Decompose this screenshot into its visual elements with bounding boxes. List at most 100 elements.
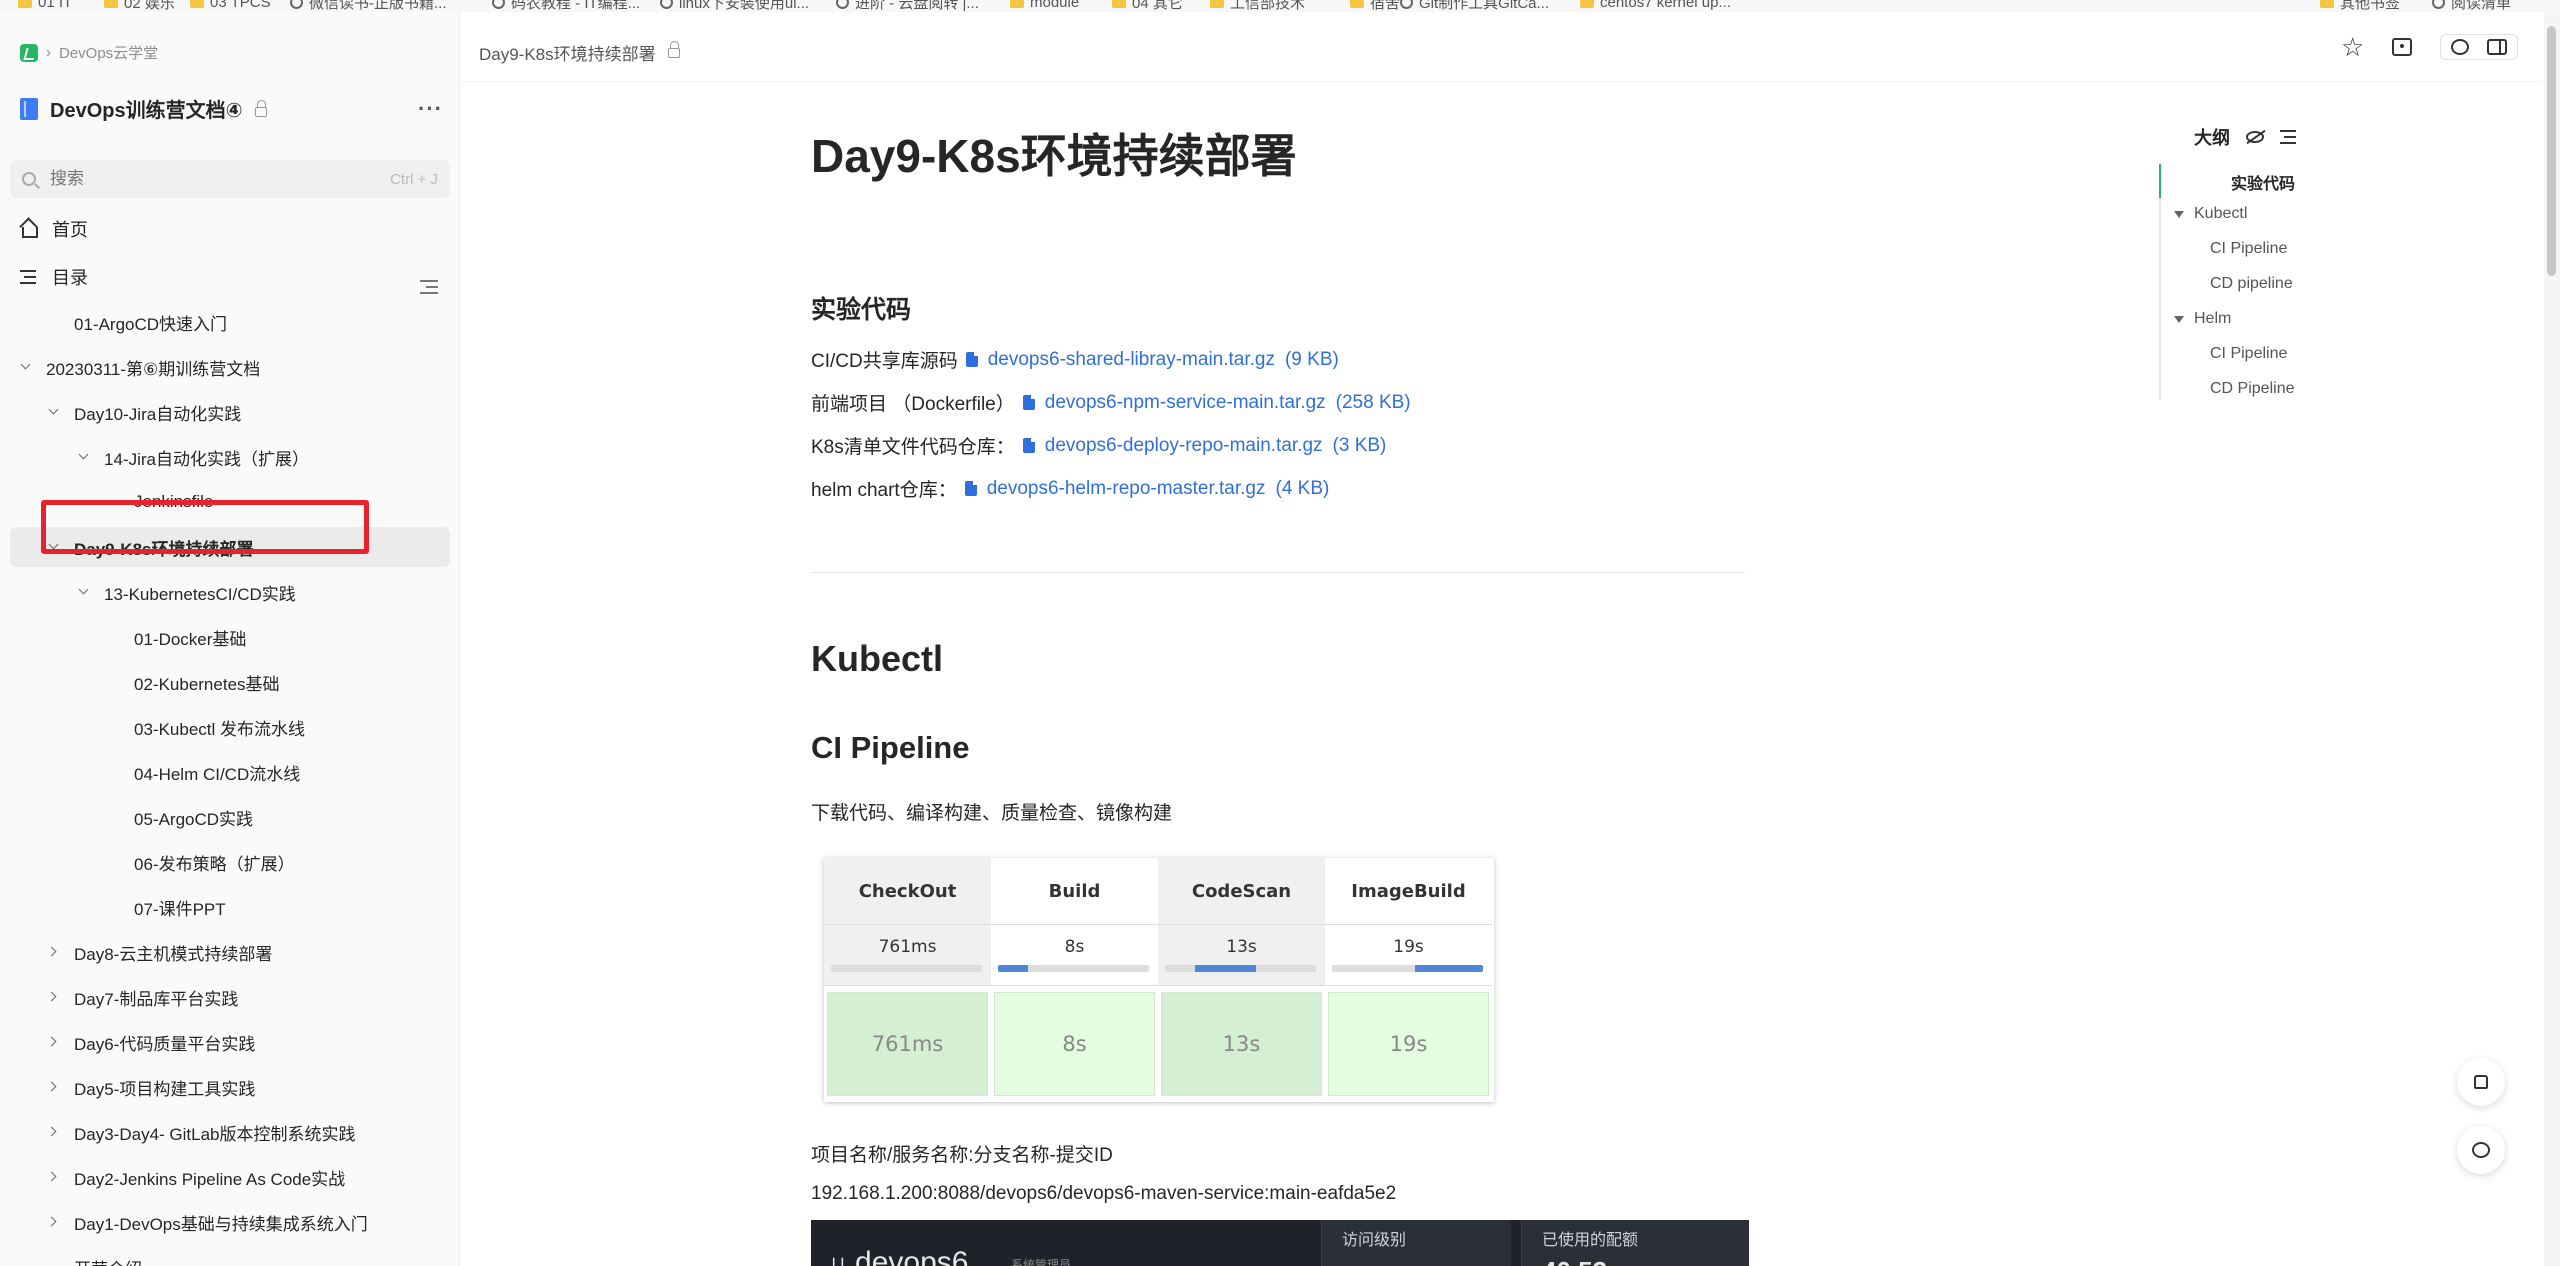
bookmark-item[interactable]: 进阶 - 云盘阅转 |...	[836, 0, 979, 12]
tree-item[interactable]: Day2-Jenkins Pipeline As Code实战	[10, 1157, 450, 1197]
chevron-down-icon[interactable]	[48, 541, 60, 553]
tree-item[interactable]: 06-发布策略（扩展）	[10, 842, 450, 882]
stage-time-row: 8s	[991, 924, 1158, 986]
doc-breadcrumb-title[interactable]: Day9-K8s环境持续部署	[479, 40, 656, 65]
attachment-prefix: K8s清单文件代码仓库：	[811, 437, 1015, 458]
globe-icon	[660, 0, 673, 9]
chevron-down-icon[interactable]	[48, 406, 60, 418]
more-icon[interactable]: ···	[418, 96, 443, 122]
bookmark-item[interactable]: module	[1010, 0, 1079, 11]
bookmark-item[interactable]: 02 娱乐	[104, 0, 175, 12]
scrollbar-thumb[interactable]	[2547, 26, 2556, 276]
tree-item[interactable]: 07-课件PPT	[10, 887, 450, 927]
panel-label: 访问级别	[1342, 1232, 1407, 1249]
stage-cell: 761ms	[827, 992, 988, 1096]
chevron-right-icon[interactable]	[48, 1036, 60, 1048]
tree-item[interactable]: Day8-云主机模式持续部署	[10, 932, 450, 972]
tree-item[interactable]: 04-Helm CI/CD流水线	[10, 752, 450, 792]
chevron-right-icon[interactable]	[48, 991, 60, 1003]
tree-item[interactable]: 01-ArgoCD快速入门	[10, 302, 450, 342]
side-panel-icon[interactable]	[2487, 39, 2508, 55]
bookmark-item[interactable]: 工信部技术	[1210, 0, 1305, 12]
chevron-right-icon[interactable]	[48, 1081, 60, 1093]
folder-icon	[1350, 0, 1364, 8]
space-breadcrumb[interactable]: › DevOps云学堂	[20, 42, 158, 63]
stage-name: Build	[1048, 880, 1101, 902]
bookmark-item[interactable]: 微信读书-正版书籍...	[290, 0, 447, 12]
book-title[interactable]: DevOps训练营文档④	[20, 94, 267, 123]
bookmark-item[interactable]: 04 其它	[1112, 0, 1183, 12]
search-icon	[22, 172, 36, 186]
chevron-right-icon[interactable]	[48, 1216, 60, 1228]
attachment-link[interactable]: devops6-deploy-repo-main.tar.gz	[1045, 435, 1323, 457]
caret-down-icon[interactable]	[2174, 210, 2184, 218]
tree-item[interactable]: 01-Docker基础	[10, 617, 450, 657]
caret-down-icon[interactable]	[2174, 315, 2184, 323]
tree-item[interactable]: Day10-Jira自动化实践	[10, 392, 450, 432]
bookmark-bar: 01 IT 02 娱乐 03 TPCS 微信读书-正版书籍... 码农教程 - IT编程…	[0, 0, 2560, 12]
attachment-line: CI/CD共享库源码 devops6-shared-libray-main.tar…	[811, 346, 1339, 373]
outline-item[interactable]: CI Pipeline	[2210, 345, 2287, 363]
page-scrollbar[interactable]	[2544, 12, 2560, 1266]
tree-item[interactable]: 14-Jira自动化实践（扩展）	[10, 437, 450, 477]
outline-list-icon[interactable]	[2280, 130, 2296, 144]
comment-button[interactable]	[2457, 1126, 2505, 1174]
outline-item[interactable]: CD Pipeline	[2210, 380, 2294, 398]
toc-collapse-icon[interactable]	[420, 280, 438, 294]
harbor-project-label: ⊔ devops6	[831, 1246, 968, 1266]
hide-outline-icon[interactable]	[2246, 131, 2264, 143]
search-input[interactable]	[50, 169, 391, 189]
tree-item[interactable]: Jenkinsfile	[10, 482, 450, 522]
tree-item[interactable]: 20230311-第⑥期训练营文档	[10, 347, 450, 387]
bookmark-item[interactable]: Git制作工具GitCa...	[1400, 0, 1549, 12]
tree-item[interactable]: 03-Kubectl 发布流水线	[10, 707, 450, 747]
bookmark-item[interactable]: 其他书签	[2320, 0, 2400, 12]
folder-icon	[104, 0, 118, 8]
like-button[interactable]	[2457, 1058, 2505, 1106]
outline-item[interactable]: Kubectl	[2174, 205, 2247, 223]
tree-item[interactable]: Day1-DevOps基础与持续集成系统入门	[10, 1202, 450, 1242]
tree-item[interactable]: Day5-项目构建工具实践	[10, 1067, 450, 1107]
bookmark-item[interactable]: 阅读清单	[2432, 0, 2511, 12]
outline-item[interactable]: Helm	[2174, 310, 2231, 328]
bookmark-item[interactable]: linux下安装使用ui...	[660, 0, 809, 12]
nav-home[interactable]: 首页	[20, 216, 88, 242]
panel-label: 已使用的配额	[1542, 1232, 1639, 1249]
outline-item-label: 实验代码	[2231, 176, 2296, 193]
nav-toc[interactable]: 目录	[20, 264, 88, 290]
bookmark-item[interactable]: 码农教程 - IT编程...	[492, 0, 640, 12]
bookmark-item[interactable]: 03 TPCS	[190, 0, 271, 11]
present-icon[interactable]	[2392, 38, 2413, 56]
bookmark-item[interactable]: centos7 kernel up...	[1580, 0, 1731, 11]
chevron-right-icon[interactable]	[48, 946, 60, 958]
tree-item-label: Day1-DevOps基础与持续集成系统入门	[74, 1214, 368, 1234]
file-icon	[1022, 438, 1035, 453]
chevron-right-icon[interactable]	[48, 1171, 60, 1183]
bookmark-item[interactable]: 宿舍	[1350, 0, 1400, 12]
outline-item[interactable]: CI Pipeline	[2210, 240, 2287, 258]
outline-item[interactable]: 实验代码	[2231, 170, 2295, 194]
stage-name: CheckOut	[824, 858, 991, 924]
tree-item[interactable]: Day6-代码质量平台实践	[10, 1022, 450, 1062]
outline-item[interactable]: CD pipeline	[2210, 275, 2293, 293]
chevron-down-icon[interactable]	[78, 451, 90, 463]
search-box[interactable]: Ctrl + J	[10, 160, 450, 198]
tree-item[interactable]: Day7-制品库平台实践	[10, 977, 450, 1017]
tree-item[interactable]: 13-KubernetesCI/CD实践	[10, 572, 450, 612]
chevron-down-icon[interactable]	[20, 361, 32, 373]
tree-item-selected[interactable]: Day9-K8s环境持续部署	[10, 527, 450, 567]
bookmark-item[interactable]: 01 IT	[18, 0, 72, 11]
tree-item[interactable]: 05-ArgoCD实践	[10, 797, 450, 837]
tree-item[interactable]: 开营介绍	[10, 1247, 450, 1266]
attachment-link[interactable]: devops6-shared-libray-main.tar.gz	[988, 349, 1275, 371]
attachment-link[interactable]: devops6-helm-repo-master.tar.gz	[987, 478, 1266, 500]
chevron-down-icon[interactable]	[78, 586, 90, 598]
attachment-link[interactable]: devops6-npm-service-main.tar.gz	[1045, 392, 1326, 414]
comment-icon[interactable]	[2451, 39, 2470, 55]
chevron-right-icon[interactable]	[48, 1126, 60, 1138]
book-title-text: DevOps训练营文档④	[50, 100, 243, 122]
tree-item[interactable]: 02-Kubernetes基础	[10, 662, 450, 702]
tree-item[interactable]: Day3-Day4- GitLab版本控制系统实践	[10, 1112, 450, 1152]
bookmark-label: centos7 kernel up...	[1600, 0, 1731, 11]
star-icon[interactable]: ☆	[2341, 34, 2364, 60]
